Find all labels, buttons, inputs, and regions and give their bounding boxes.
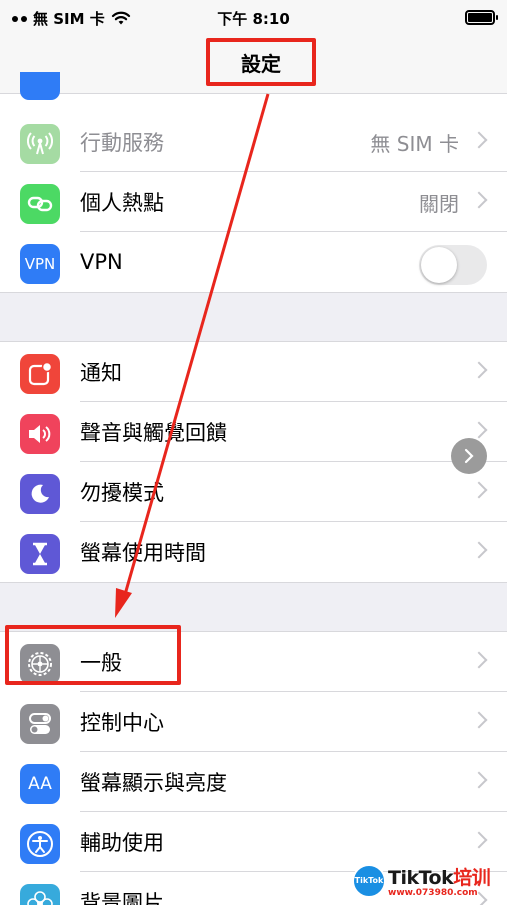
row-label: 控制中心 <box>80 711 164 735</box>
chevron-right-icon <box>470 541 488 559</box>
row-label: 螢幕顯示與亮度 <box>80 771 227 795</box>
chevron-right-icon <box>464 448 474 464</box>
row-label: 螢幕使用時間 <box>80 541 206 565</box>
toggle-knob <box>421 247 457 283</box>
row-personal-hotspot[interactable]: 個人熱點 關閉 <box>0 172 507 232</box>
speaker-icon <box>20 414 60 454</box>
partial-row-top <box>0 72 507 112</box>
chevron-right-icon <box>470 711 488 729</box>
row-label: 背景圖片 <box>80 891 164 905</box>
vpn-icon: VPN <box>20 244 60 284</box>
gear-icon <box>20 644 60 684</box>
row-value: 關閉 <box>419 191 459 216</box>
row-label: 輔助使用 <box>80 831 164 855</box>
battery-icon <box>465 10 498 25</box>
row-display-brightness[interactable]: AA 螢幕顯示與亮度 <box>0 752 507 812</box>
logo-badge-text: TikTok <box>354 876 384 885</box>
floating-assistive-button[interactable] <box>451 438 487 474</box>
toggles-icon <box>20 704 60 744</box>
chevron-right-icon <box>470 481 488 499</box>
settings-group-network: 行動服務 無 SIM 卡 個人熱點 關閉 VPN VPN <box>0 112 507 293</box>
row-label: 通知 <box>80 361 122 385</box>
row-sounds[interactable]: 聲音與觸覺回饋 <box>0 402 507 462</box>
row-vpn[interactable]: VPN VPN <box>0 232 507 292</box>
row-value: 無 SIM 卡 <box>370 131 459 156</box>
moon-icon <box>20 474 60 514</box>
notification-icon <box>20 354 60 394</box>
chevron-right-icon <box>470 191 488 209</box>
partial-blue-icon <box>20 72 60 100</box>
settings-list: 行動服務 無 SIM 卡 個人熱點 關閉 VPN VPN 通知 聲音與觸覺回饋 … <box>0 72 507 905</box>
row-general[interactable]: 一般 <box>0 632 507 692</box>
flower-icon <box>20 884 60 905</box>
row-label: 個人熱點 <box>80 191 164 215</box>
settings-group-notifications: 通知 聲音與觸覺回饋 勿擾模式 螢幕使用時間 <box>0 341 507 583</box>
link-icon <box>20 184 60 224</box>
row-label: 聲音與觸覺回饋 <box>80 421 227 445</box>
chevron-right-icon <box>470 831 488 849</box>
status-time: 下午 8:10 <box>217 10 290 28</box>
row-control-center[interactable]: 控制中心 <box>0 692 507 752</box>
tiktok-watermark: TikTok TikTok培训 www.073980.com <box>352 856 507 905</box>
vpn-icon-text: VPN <box>24 255 56 273</box>
chevron-right-icon <box>470 771 488 789</box>
watermark-text: TikTok培训 www.073980.com <box>388 863 491 898</box>
row-label: 勿擾模式 <box>80 481 164 505</box>
navigation-bar: 設定 <box>0 36 507 94</box>
row-label: 一般 <box>80 651 122 675</box>
text-size-icon: AA <box>20 764 60 804</box>
row-cellular[interactable]: 行動服務 無 SIM 卡 <box>0 112 507 172</box>
brand-name: TikTok <box>388 867 454 889</box>
chevron-right-icon <box>470 651 488 669</box>
antenna-icon <box>20 124 60 164</box>
tiktok-logo-icon: TikTok <box>352 863 386 898</box>
page-title: 設定 <box>206 38 316 86</box>
status-bar: 無 SIM 卡 下午 8:10 <box>0 0 507 36</box>
row-label: VPN <box>80 250 123 274</box>
watermark-brand: TikTok培训 <box>388 863 491 890</box>
chevron-right-icon <box>470 361 488 379</box>
vpn-toggle[interactable] <box>419 245 487 285</box>
text-size-icon-text: AA <box>28 774 52 794</box>
accessibility-icon <box>20 824 60 864</box>
row-notifications[interactable]: 通知 <box>0 342 507 402</box>
watermark-url: www.073980.com <box>388 888 478 898</box>
row-screen-time[interactable]: 螢幕使用時間 <box>0 522 507 582</box>
chevron-right-icon <box>470 131 488 149</box>
brand-cn: 培训 <box>453 867 491 889</box>
row-label: 行動服務 <box>80 131 164 155</box>
chevron-right-icon <box>470 421 488 439</box>
hourglass-icon <box>20 534 60 574</box>
row-do-not-disturb[interactable]: 勿擾模式 <box>0 462 507 522</box>
